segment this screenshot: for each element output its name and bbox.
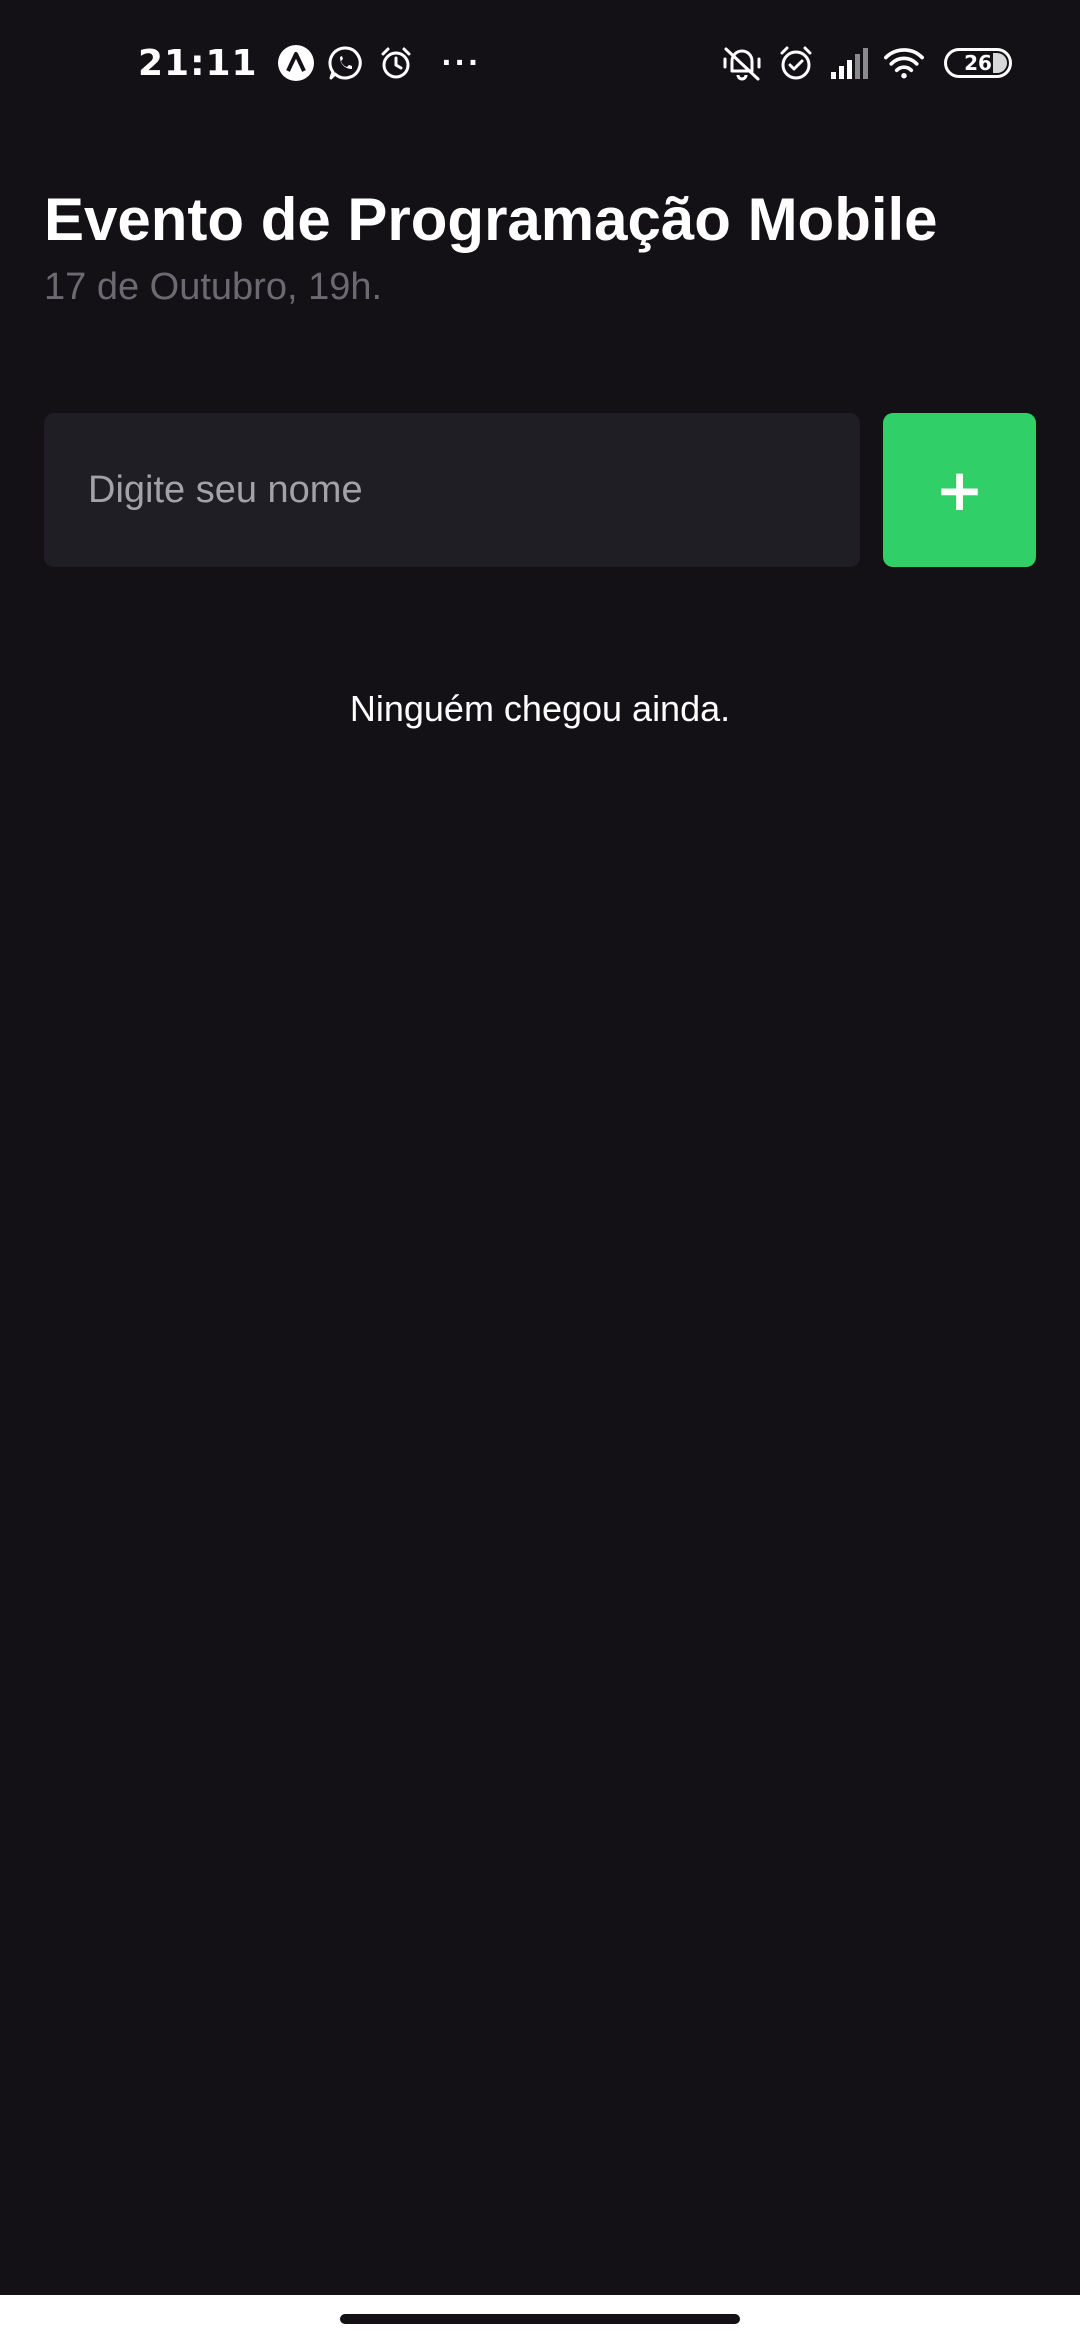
status-left-group: 21:11 ···: [138, 36, 482, 90]
event-date: 17 de Outubro, 19h.: [44, 266, 383, 308]
status-right-group: 26: [722, 38, 1012, 88]
app-screen: 21:11 ··· 26 Evento de Programação Mobil…: [0, 0, 1080, 2340]
status-time: 21:11: [138, 42, 258, 84]
more-notifications-indicator: ···: [441, 44, 482, 82]
alarm-icon: [376, 43, 416, 83]
signal-icon: [830, 43, 870, 83]
participant-name-input[interactable]: [44, 413, 860, 567]
battery-level-fill: [993, 53, 1007, 73]
battery-percentage: 26: [964, 51, 992, 75]
vibrate-off-icon: [722, 43, 762, 83]
home-indicator[interactable]: [340, 2314, 740, 2324]
wifi-icon: [884, 43, 924, 83]
navigation-bar: [0, 2295, 1080, 2340]
alarm-icon: [776, 43, 816, 83]
whatsapp-icon: [326, 43, 366, 83]
add-participant-button[interactable]: +: [883, 413, 1036, 567]
battery-indicator: 26: [944, 48, 1012, 78]
event-title: Evento de Programação Mobile: [44, 186, 938, 253]
app-notification-icon: [276, 43, 316, 83]
status-bar: 21:11 ··· 26: [0, 0, 1080, 126]
empty-list-message: Ninguém chegou ainda.: [349, 688, 731, 729]
